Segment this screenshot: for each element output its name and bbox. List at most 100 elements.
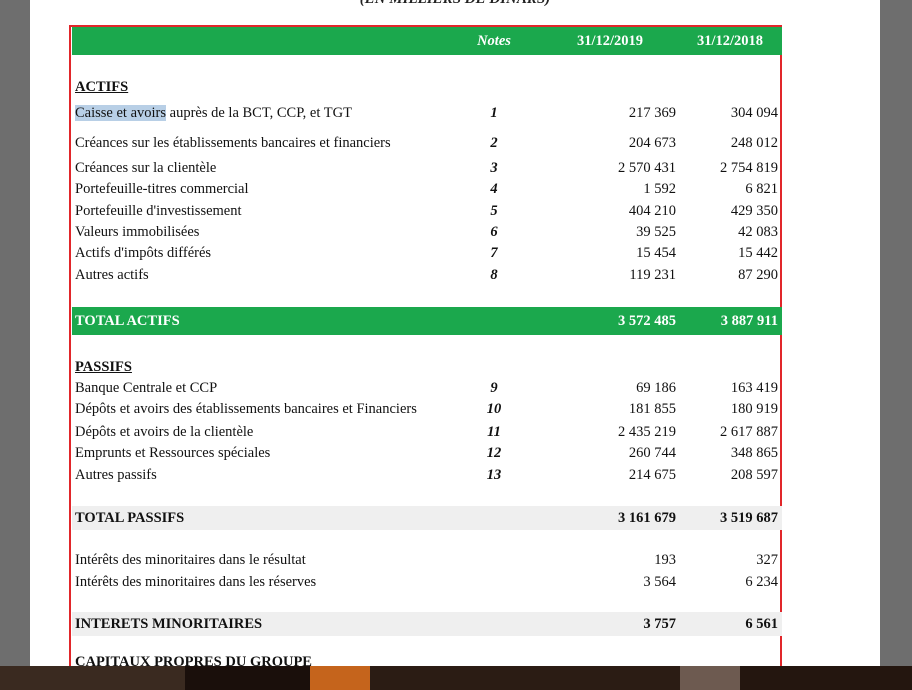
row-note: 13 <box>486 467 502 483</box>
total-value-2019: 3 161 679 <box>618 510 676 526</box>
row-label: Autres passifs <box>75 467 157 483</box>
table-row: Actifs d'impôts différés 7 15 454 15 442 <box>72 243 782 263</box>
row-value-2019: 1 592 <box>643 181 676 197</box>
row-value-2019: 214 675 <box>628 467 676 483</box>
table-row: Intérêts des minoritaires dans les réser… <box>72 572 782 592</box>
row-value-2018: 6 234 <box>745 574 778 590</box>
table-row: Caisse et avoirs auprès de la BCT, CCP, … <box>72 103 782 123</box>
row-note: 9 <box>490 380 498 396</box>
row-note: 8 <box>490 267 498 283</box>
row-label: Actifs d'impôts différés <box>75 245 212 261</box>
total-label: TOTAL ACTIFS <box>75 313 180 329</box>
row-value-2018: 15 442 <box>738 245 778 261</box>
row-value-2018: 327 <box>756 552 778 568</box>
taskbar-segment <box>740 666 912 690</box>
header-2018: 31/12/2018 <box>696 33 764 49</box>
row-value-2019: 217 369 <box>628 105 676 121</box>
row-label: Portefeuille-titres commercial <box>75 181 249 197</box>
taskbar-strip <box>0 666 912 690</box>
table-row: Dépôts et avoirs des établissements banc… <box>72 399 782 419</box>
row-value-2019: 3 564 <box>643 574 676 590</box>
row-value-2019: 260 744 <box>628 445 676 461</box>
row-note: 4 <box>490 181 498 197</box>
table-row: Valeurs immobilisées 6 39 525 42 083 <box>72 222 782 242</box>
row-label: Intérêts des minoritaires dans le résult… <box>75 552 306 568</box>
header-notes: Notes <box>477 33 511 49</box>
row-value-2018: 6 821 <box>745 181 778 197</box>
row-label: Autres actifs <box>75 267 149 283</box>
row-label: Portefeuille d'investissement <box>75 203 242 219</box>
row-value-2019: 181 855 <box>628 401 676 417</box>
total-passifs-row: TOTAL PASSIFS 3 161 679 3 519 687 <box>72 506 782 530</box>
row-value-2018: 304 094 <box>730 105 778 121</box>
row-value-2018: 208 597 <box>730 467 778 483</box>
total-minoritaires-row: INTERETS MINORITAIRES 3 757 6 561 <box>72 612 782 636</box>
table-row: Autres actifs 8 119 231 87 290 <box>72 265 782 285</box>
total-value-2019: 3 572 485 <box>618 313 676 329</box>
row-value-2018: 87 290 <box>738 267 778 283</box>
header-2019: 31/12/2019 <box>576 33 644 49</box>
row-value-2019: 2 435 219 <box>618 424 676 440</box>
taskbar-segment <box>0 666 185 690</box>
total-actifs-row: TOTAL ACTIFS 3 572 485 3 887 911 <box>72 307 782 335</box>
row-value-2019: 15 454 <box>636 245 676 261</box>
row-value-2019: 119 231 <box>629 267 676 283</box>
row-value-2019: 39 525 <box>636 224 676 240</box>
row-value-2019: 193 <box>654 552 676 568</box>
section-title: PASSIFS <box>75 359 132 375</box>
row-value-2019: 69 186 <box>636 380 676 396</box>
total-value-2018: 3 519 687 <box>720 510 778 526</box>
row-label: Créances sur la clientèle <box>75 160 217 176</box>
row-value-2018: 248 012 <box>730 135 778 151</box>
row-note: 3 <box>490 160 498 176</box>
total-label: TOTAL PASSIFS <box>75 510 185 526</box>
total-value-2018: 6 561 <box>745 616 778 632</box>
taskbar-segment <box>310 666 370 690</box>
row-note: 10 <box>486 401 502 417</box>
row-label: Emprunts et Ressources spéciales <box>75 445 271 461</box>
row-note: 2 <box>490 135 498 151</box>
selected-text[interactable]: Caisse et avoirs <box>75 105 167 121</box>
row-value-2018: 163 419 <box>730 380 778 396</box>
row-value-2018: 429 350 <box>730 203 778 219</box>
table-row: Portefeuille-titres commercial 4 1 592 6… <box>72 179 782 199</box>
row-value-2018: 180 919 <box>730 401 778 417</box>
row-label: Intérêts des minoritaires dans les réser… <box>75 574 317 590</box>
taskbar-segment <box>370 666 680 690</box>
row-label: Dépôts et avoirs de la clientèle <box>75 424 254 440</box>
table-row: Banque Centrale et CCP 9 69 186 163 419 <box>72 378 782 398</box>
row-value-2019: 204 673 <box>628 135 676 151</box>
taskbar-segment <box>185 666 310 690</box>
taskbar-segment <box>680 666 740 690</box>
row-label: Valeurs immobilisées <box>75 224 200 240</box>
table-row: Autres passifs 13 214 675 208 597 <box>72 465 782 485</box>
table-row: Dépôts et avoirs de la clientèle 11 2 43… <box>72 422 782 442</box>
row-value-2019: 2 570 431 <box>618 160 676 176</box>
section-actifs: ACTIFS <box>72 77 782 97</box>
row-label: Dépôts et avoirs des établissements banc… <box>75 401 417 417</box>
row-note: 1 <box>490 105 498 121</box>
total-value-2019: 3 757 <box>643 616 676 632</box>
section-title: ACTIFS <box>75 79 129 95</box>
section-passifs: PASSIFS <box>72 357 782 377</box>
table-row: Emprunts et Ressources spéciales 12 260 … <box>72 443 782 463</box>
column-header-row: Notes 31/12/2019 31/12/2018 <box>72 27 782 55</box>
table-row: Créances sur la clientèle 3 2 570 431 2 … <box>72 158 782 178</box>
row-note: 11 <box>487 424 501 440</box>
table-row: Créances sur les établissements bancaire… <box>72 133 782 153</box>
row-label: Caisse et avoirs auprès de la BCT, CCP, … <box>75 105 352 121</box>
row-label: Créances sur les établissements bancaire… <box>75 135 391 151</box>
table-row: Intérêts des minoritaires dans le résult… <box>72 550 782 570</box>
row-value-2018: 42 083 <box>738 224 778 240</box>
unit-note: (EN MILLIERS DE DINARS) <box>30 0 880 8</box>
row-value-2018: 2 617 887 <box>720 424 778 440</box>
row-value-2018: 2 754 819 <box>720 160 778 176</box>
total-value-2018: 3 887 911 <box>720 313 778 329</box>
row-note: 5 <box>490 203 498 219</box>
row-note: 7 <box>490 245 498 261</box>
row-note: 12 <box>486 445 502 461</box>
row-value-2018: 348 865 <box>730 445 778 461</box>
total-label: INTERETS MINORITAIRES <box>75 616 263 632</box>
table-row: Portefeuille d'investissement 5 404 210 … <box>72 201 782 221</box>
row-label: Banque Centrale et CCP <box>75 380 218 396</box>
